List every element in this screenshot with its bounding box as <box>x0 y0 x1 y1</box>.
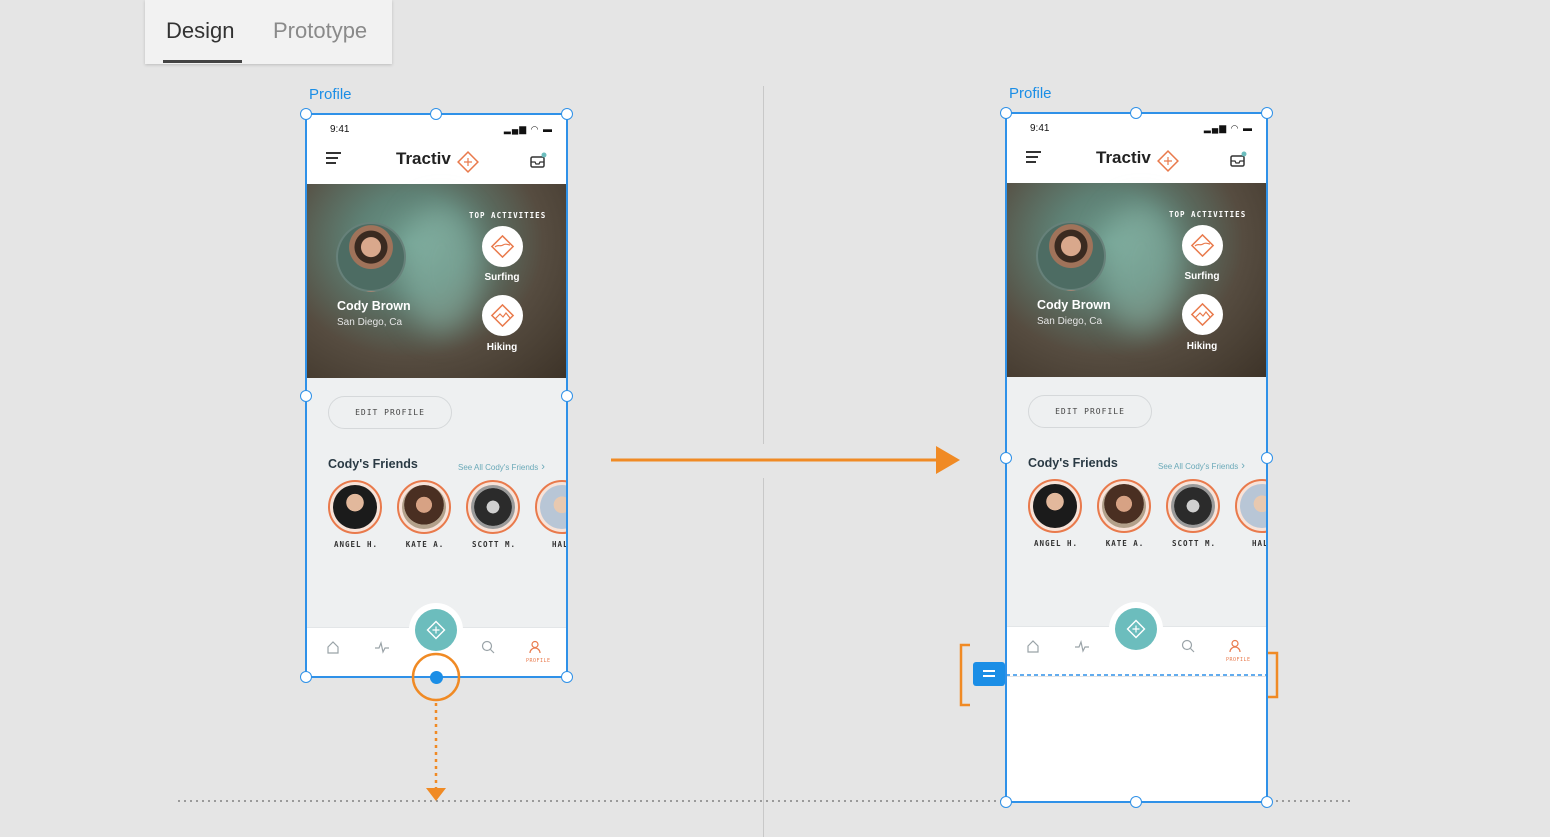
fixed-position-guide <box>959 643 1279 707</box>
fix-position-icon <box>983 670 995 677</box>
fix-position-marker[interactable] <box>973 662 1005 686</box>
